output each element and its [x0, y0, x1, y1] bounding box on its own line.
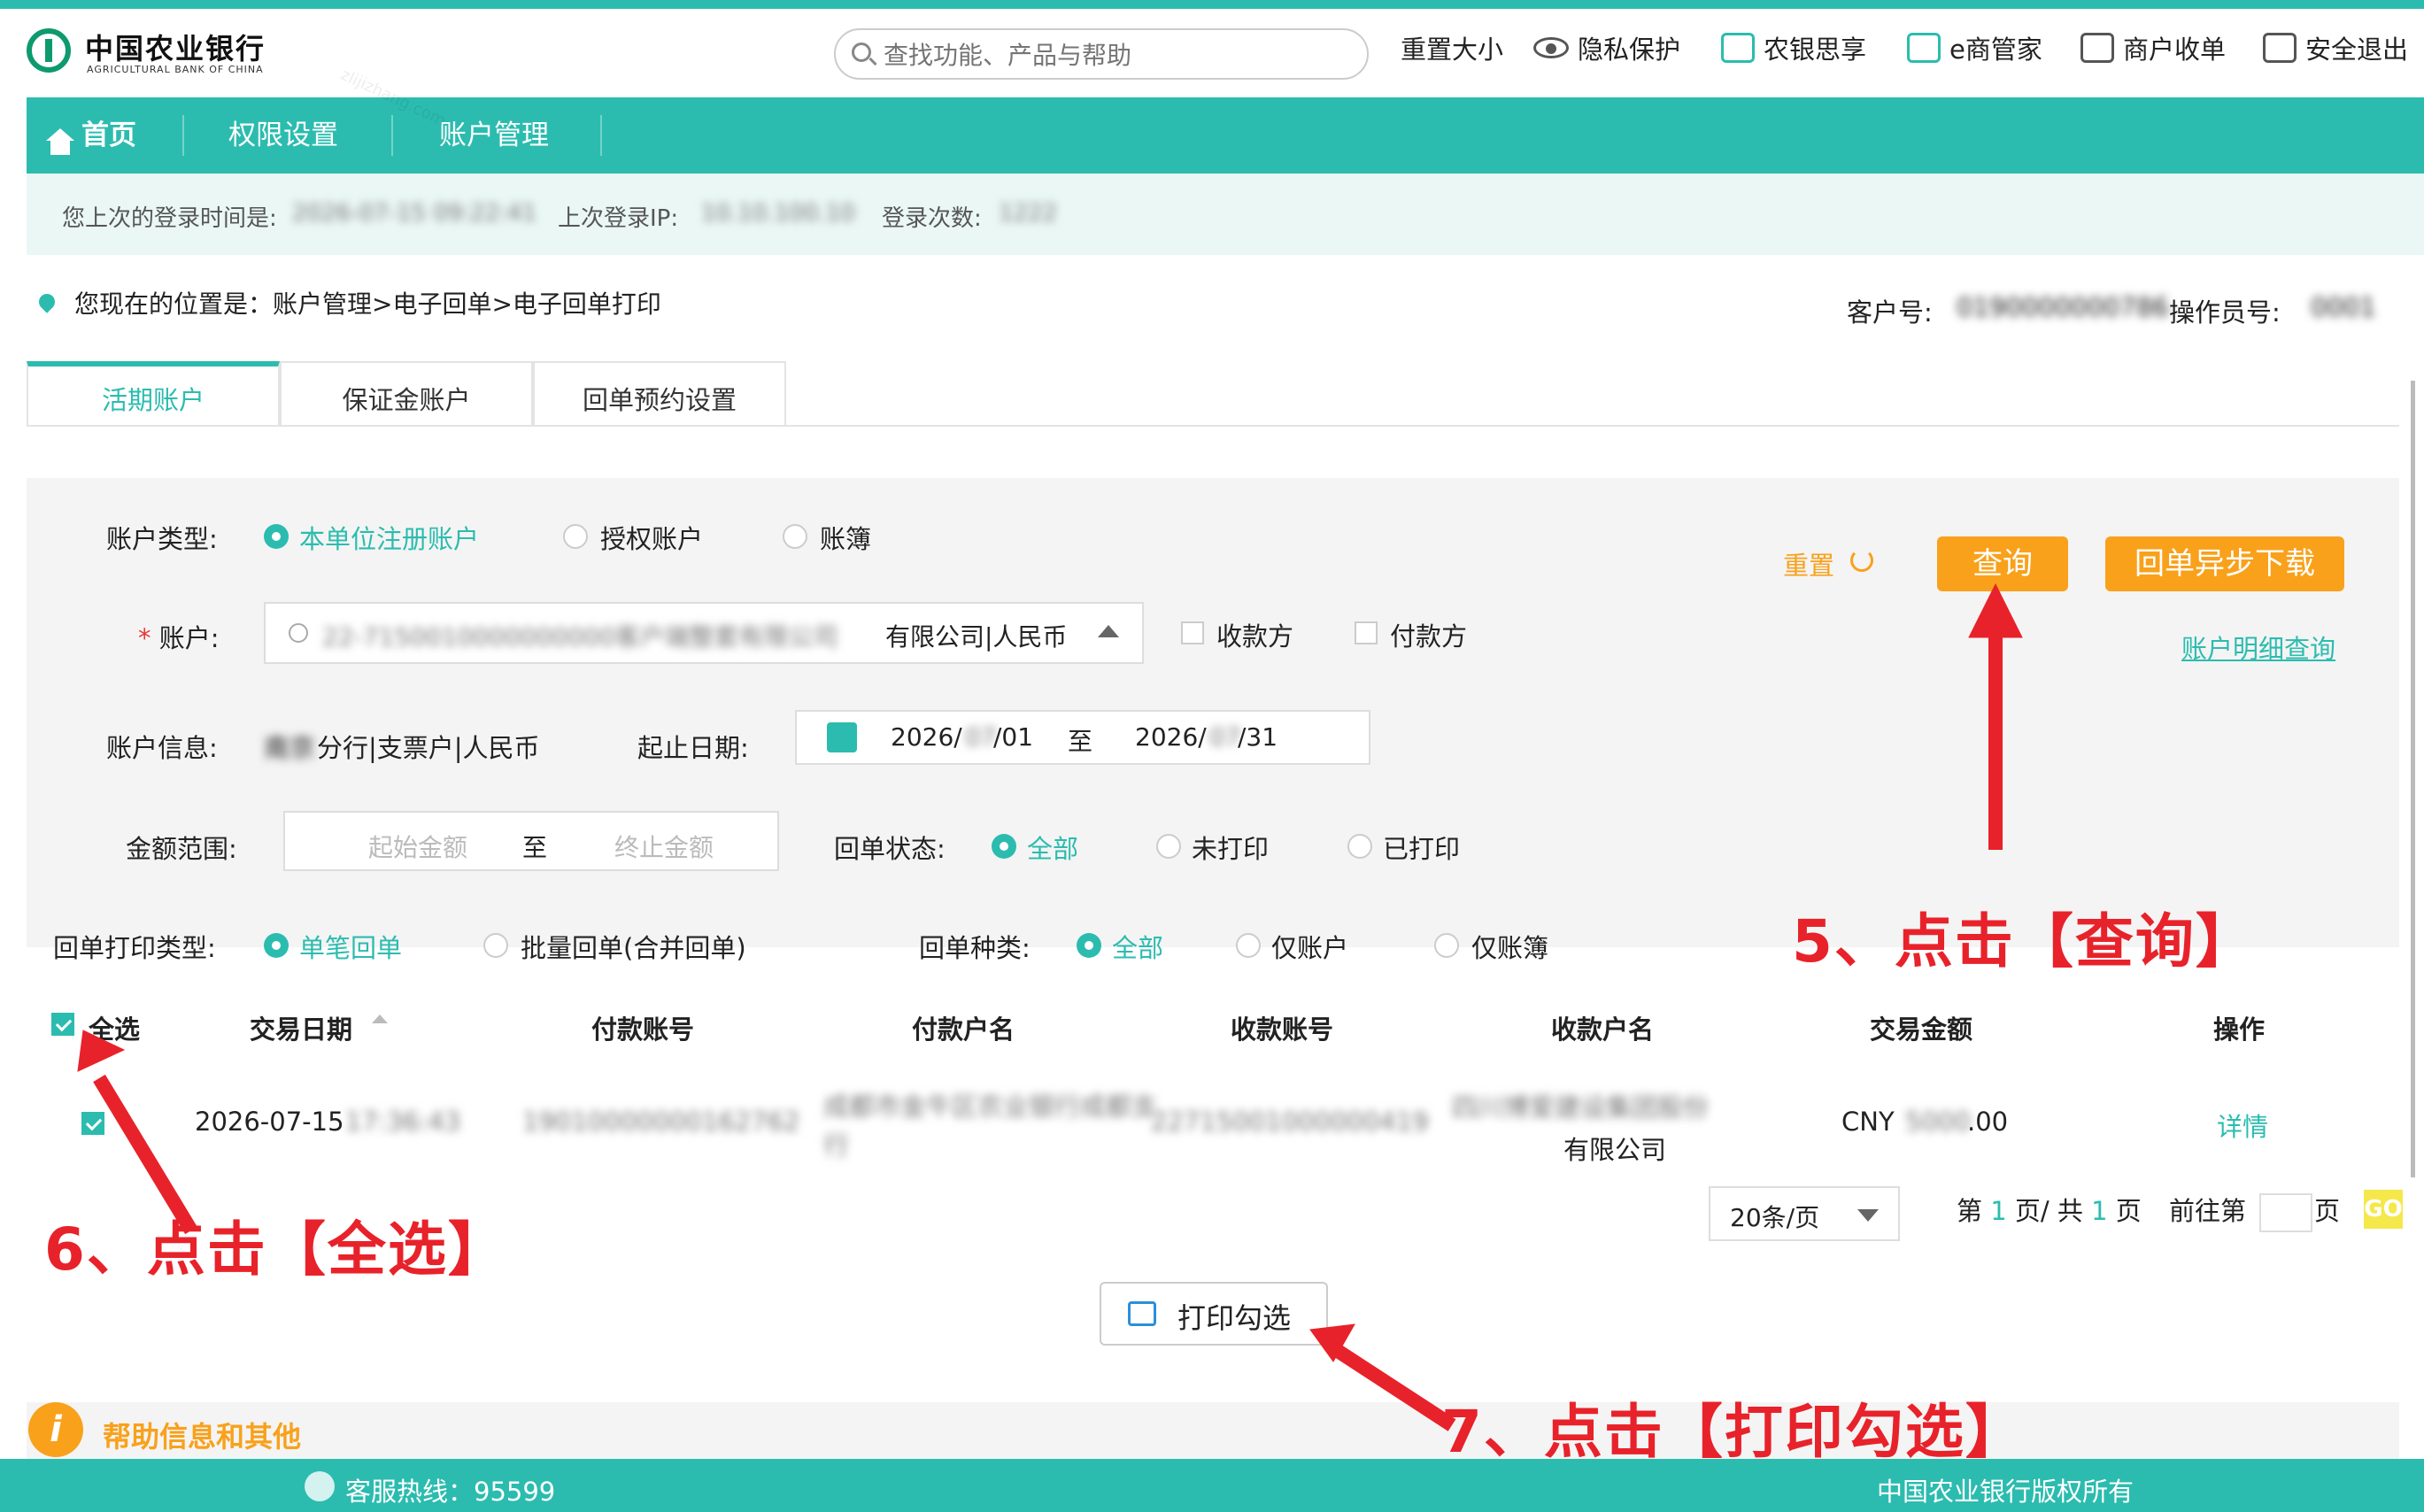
arrow-print-shaft — [1331, 1343, 1456, 1431]
arrow-select-all-head — [77, 1030, 126, 1072]
arrow-query-head — [1968, 582, 2023, 638]
annotation-step5: 5、点击【查询】 — [1792, 907, 2256, 976]
annotation-step6: 6、点击【全选】 — [44, 1215, 508, 1284]
annotation-step7: 7、点击【打印勾选】 — [1441, 1398, 2026, 1466]
